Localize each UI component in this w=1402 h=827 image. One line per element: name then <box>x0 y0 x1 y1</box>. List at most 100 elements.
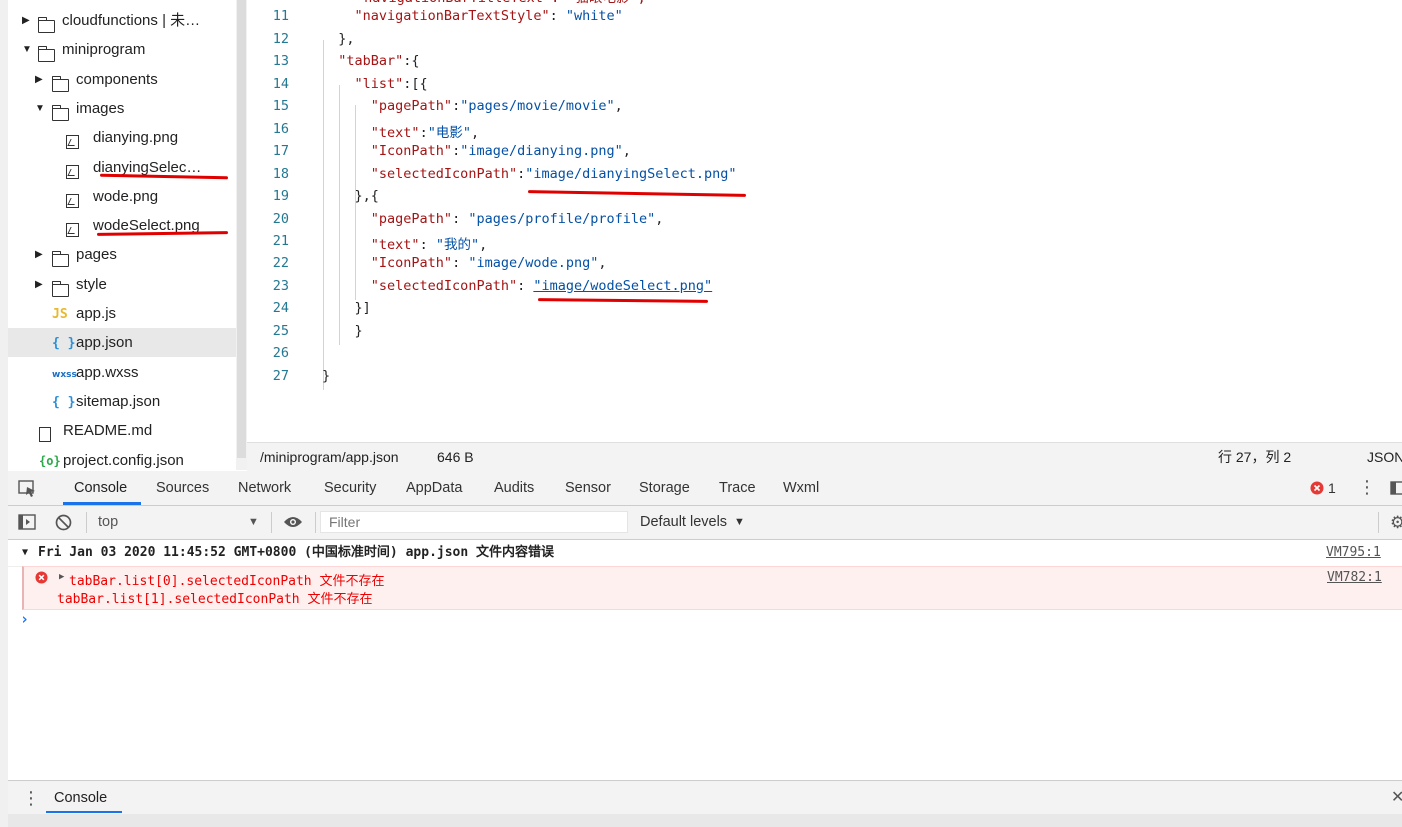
line-number: 25 <box>272 322 289 339</box>
error-line-2: tabBar.list[1].selectedIconPath 文件不存在 <box>57 592 373 607</box>
code-line[interactable]: "text": "我的", <box>322 233 487 253</box>
code-line[interactable]: }] <box>322 300 371 316</box>
toggle-sidebar-icon[interactable] <box>18 514 36 533</box>
code-line[interactable]: } <box>322 368 330 384</box>
sidebar-scrollbar-thumb[interactable] <box>237 0 246 458</box>
tab-sources[interactable]: Sources <box>156 471 209 505</box>
context-selector[interactable]: top <box>98 506 118 539</box>
tab-wxml[interactable]: Wxml <box>783 471 819 505</box>
console-output[interactable]: ▼ Fri Jan 03 2020 11:45:52 GMT+0800 (中国标… <box>8 540 1402 780</box>
clear-console-icon[interactable] <box>55 514 72 534</box>
file-tree-label: images <box>76 99 125 117</box>
file-tree-item[interactable]: ▶ style <box>8 270 236 299</box>
levels-dropdown-icon[interactable]: ▼ <box>734 506 745 539</box>
status-cursor-position[interactable]: 行 27，列 2 <box>1218 443 1291 472</box>
code-line[interactable]: "IconPath": "image/wode.png", <box>322 255 607 271</box>
tab-trace[interactable]: Trace <box>719 471 756 505</box>
console-group-header[interactable]: ▼ Fri Jan 03 2020 11:45:52 GMT+0800 (中国标… <box>8 540 1402 567</box>
code-line[interactable]: "navigationBarTextStyle": "white" <box>322 8 623 24</box>
status-language[interactable]: JSON <box>1367 443 1402 472</box>
error-source-link[interactable]: VM782:1 <box>1327 570 1382 585</box>
file-tree-item[interactable]: README.md <box>8 416 236 445</box>
line-number: 13 <box>272 53 289 70</box>
code-line[interactable]: "selectedIconPath":"image/dianyingSelect… <box>322 166 737 182</box>
tab-security[interactable]: Security <box>324 471 376 505</box>
file-tree-item[interactable]: dianying.png <box>8 123 236 152</box>
error-expand-icon[interactable]: ▶ <box>59 572 64 582</box>
file-tree-item[interactable]: { } app.json <box>8 328 236 358</box>
chevron-right-icon[interactable]: ▶ <box>35 65 45 94</box>
file-tree-item[interactable]: ▼ images <box>8 94 236 123</box>
json-separator: , <box>622 143 631 160</box>
editor-status-bar: /miniprogram/app.json 646 B 行 27，列 2 JSO… <box>247 442 1402 472</box>
file-tree-item[interactable]: { } sitemap.json <box>8 387 236 416</box>
code-line[interactable]: "tabBar":{ <box>322 53 419 69</box>
line-number: 27 <box>272 367 289 384</box>
code-line[interactable]: "selectedIconPath": "image/wodeSelect.pn… <box>322 278 712 294</box>
chevron-right-icon[interactable]: ▶ <box>35 270 45 299</box>
tab-sensor[interactable]: Sensor <box>565 471 611 505</box>
context-dropdown-icon[interactable]: ▼ <box>248 506 259 539</box>
file-tree-item[interactable]: ▶ pages <box>8 240 236 269</box>
json-key: "text" <box>370 236 420 253</box>
file-tree-item[interactable]: wode.png <box>8 182 236 211</box>
chevron-right-icon[interactable]: ▶ <box>35 240 45 269</box>
file-tree-item[interactable]: ▼ miniprogram <box>8 35 236 64</box>
inspect-element-icon[interactable] <box>18 480 38 501</box>
code-line[interactable]: "text":"电影", <box>322 121 479 141</box>
file-tree-label: app.json <box>76 334 133 352</box>
code-line[interactable]: "IconPath":"image/dianying.png", <box>322 143 631 159</box>
code-line[interactable]: "pagePath": "pages/profile/profile", <box>322 211 664 227</box>
dock-side-icon[interactable] <box>1390 481 1402 498</box>
code-line[interactable]: }, <box>322 31 354 47</box>
tab-network[interactable]: Network <box>238 471 291 505</box>
chevron-down-icon[interactable]: ▼ <box>35 94 45 123</box>
code-line[interactable]: "navigationBarTitleText": "猫眼电影", <box>356 0 646 6</box>
error-count-icon[interactable] <box>1310 481 1324 498</box>
tab-storage[interactable]: Storage <box>639 471 690 505</box>
file-tree-item[interactable]: wxss app.wxss <box>8 358 236 387</box>
json-key: "selectedIconPath" <box>370 277 518 294</box>
code-line[interactable]: },{ <box>322 188 379 204</box>
line-number: 19 <box>272 188 289 205</box>
chevron-right-icon[interactable]: ▶ <box>22 6 32 35</box>
tab-audits[interactable]: Audits <box>494 471 534 505</box>
file-tree-item[interactable]: ▶ components <box>8 65 236 94</box>
error-count[interactable]: 1 <box>1328 471 1336 505</box>
file-tree-item[interactable]: wodeSelect.png <box>8 211 236 240</box>
file-icon <box>39 416 51 445</box>
code-line[interactable]: "list":[{ <box>322 76 428 92</box>
json-file-icon: { } <box>52 336 76 352</box>
file-tree-item[interactable]: {o} project.config.json <box>8 446 236 471</box>
console-error-message[interactable]: ▶ tabBar.list[0].selectedIconPath 文件不存在 … <box>22 566 1402 610</box>
group-source-link[interactable]: VM795:1 <box>1326 540 1381 566</box>
json-separator: :[{ <box>403 75 428 92</box>
log-levels-dropdown[interactable]: Default levels <box>640 506 727 539</box>
toolbar-divider <box>86 512 87 533</box>
tab-appdata[interactable]: AppData <box>406 471 462 505</box>
code-line[interactable]: "pagePath":"pages/movie/movie", <box>322 98 623 114</box>
console-prompt-icon[interactable]: › <box>20 610 29 628</box>
console-settings-gear-icon[interactable]: ⚙ <box>1390 506 1402 539</box>
file-tree-label: wode.png <box>93 187 159 205</box>
close-drawer-icon[interactable]: ✕ <box>1391 781 1402 815</box>
file-tree-item[interactable]: ▶ cloudfunctions | 未… <box>8 6 236 35</box>
code-editor[interactable]: 10 "navigationBarTitleText": "猫眼电影", 11 "n… <box>247 0 1402 442</box>
json-key: "IconPath" <box>370 255 453 272</box>
drawer-tab-console[interactable]: Console <box>54 781 107 815</box>
eye-icon[interactable] <box>283 515 303 532</box>
tab-console[interactable]: Console <box>74 471 127 505</box>
chevron-down-icon[interactable]: ▼ <box>22 35 32 64</box>
group-expanded-icon[interactable]: ▼ <box>22 540 28 566</box>
line-number: 15 <box>272 98 289 115</box>
json-key: "list" <box>354 75 404 92</box>
code-line[interactable]: } <box>322 323 363 339</box>
json-separator: : <box>419 236 436 253</box>
file-tree-item[interactable]: JS app.js <box>8 299 236 328</box>
line-number: 16 <box>272 120 289 137</box>
more-options-icon[interactable]: ⋮ <box>1358 471 1376 503</box>
console-filter-input[interactable] <box>320 511 628 533</box>
drawer-menu-icon[interactable]: ⋮ <box>22 781 40 815</box>
